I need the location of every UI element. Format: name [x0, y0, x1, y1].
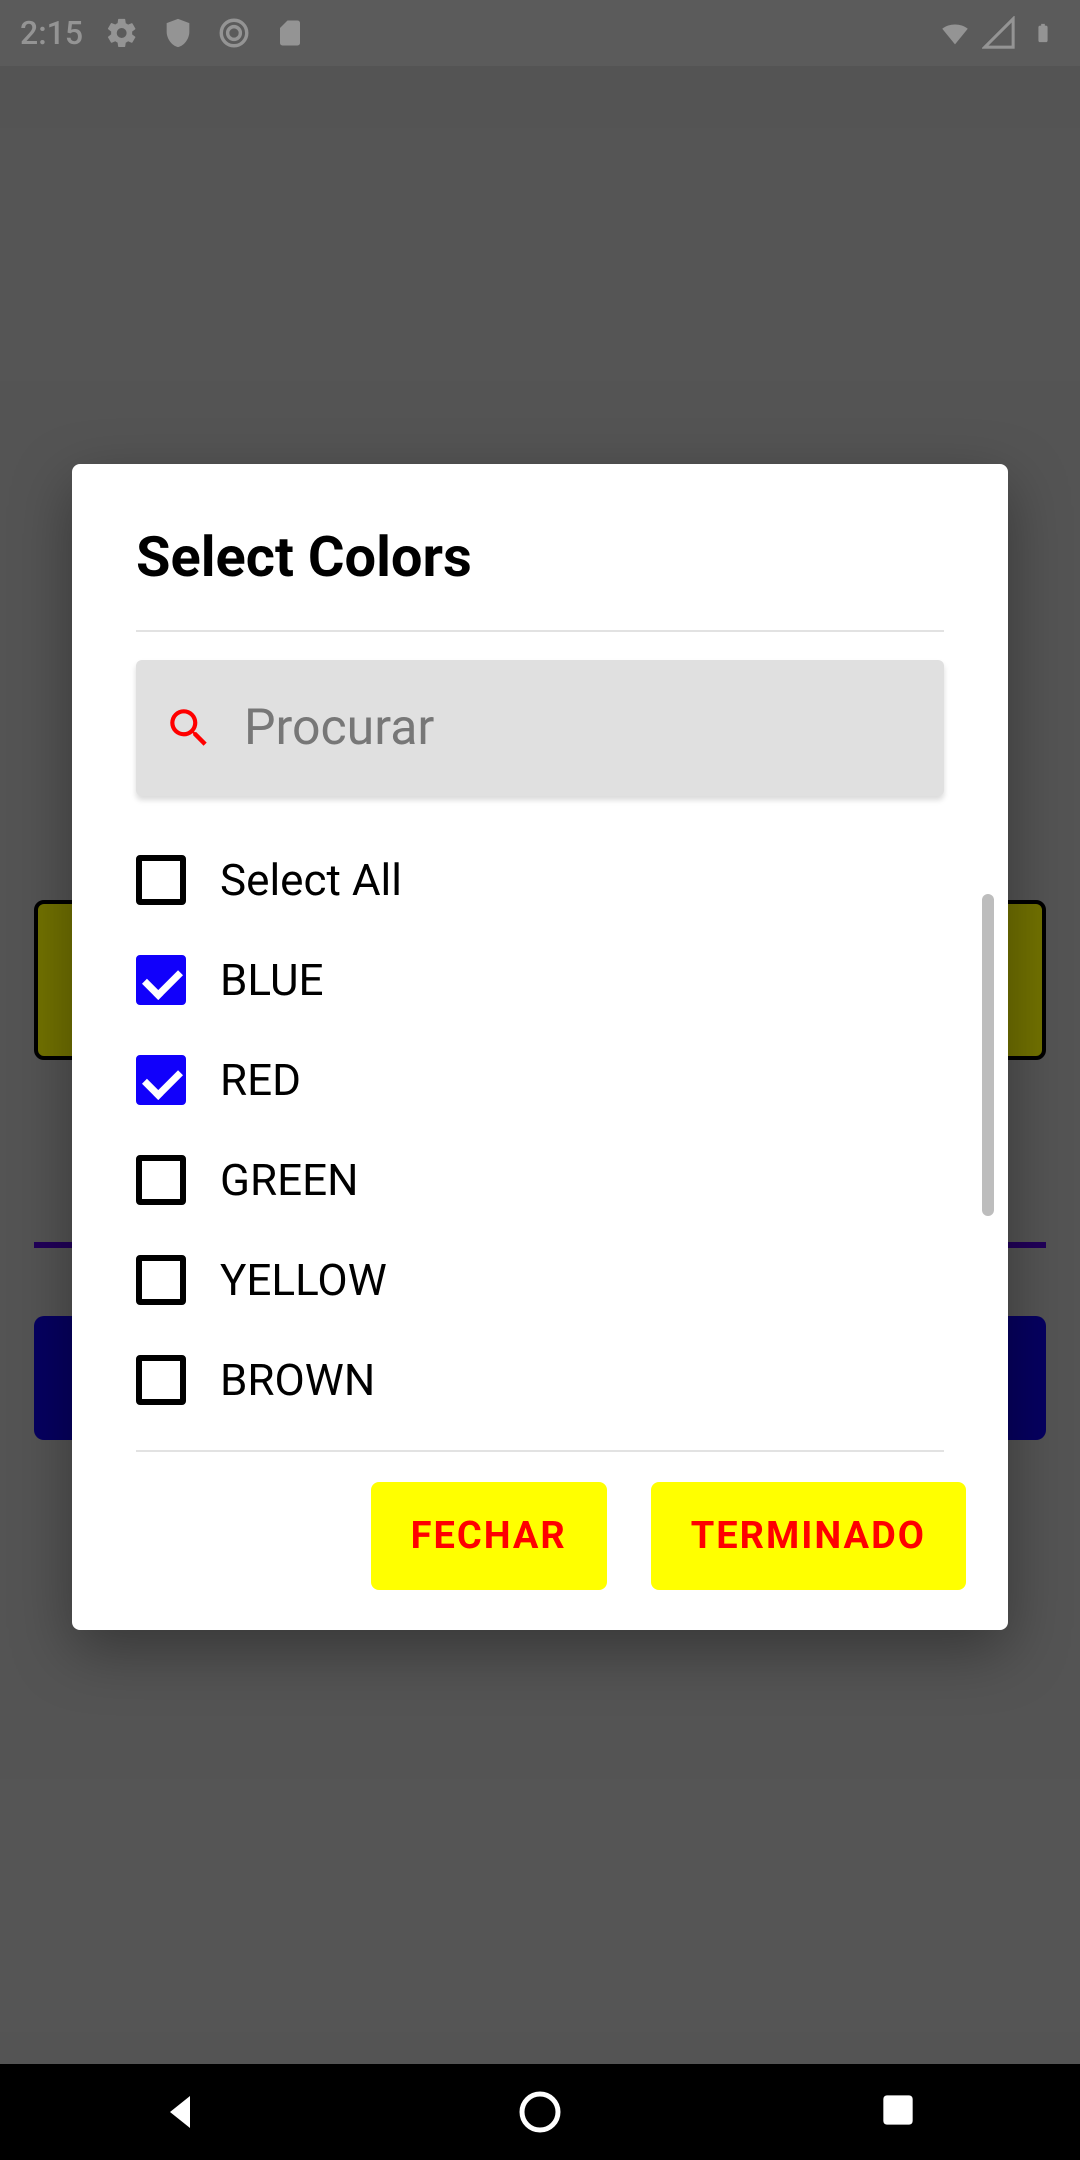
close-button[interactable]: FECHAR — [371, 1482, 607, 1590]
options-list-wrap: Select All BLUE RED GREEN YELLOW BROWN — [72, 820, 1008, 1450]
checkbox-green[interactable] — [136, 1155, 186, 1205]
list-item[interactable]: YELLOW — [72, 1230, 1008, 1330]
search-box[interactable] — [136, 660, 944, 796]
select-all-row[interactable]: Select All — [72, 830, 1008, 930]
dialog-actions: FECHAR TERMINADO — [72, 1452, 1008, 1600]
done-button[interactable]: TERMINADO — [651, 1482, 966, 1590]
list-item-label: YELLOW — [220, 1254, 387, 1306]
checkbox-blue[interactable] — [136, 955, 186, 1005]
list-item[interactable]: BROWN — [72, 1330, 1008, 1430]
divider — [136, 630, 944, 632]
checkbox-yellow[interactable] — [136, 1255, 186, 1305]
checkbox-brown[interactable] — [136, 1355, 186, 1405]
search-input[interactable] — [244, 699, 916, 757]
select-colors-dialog: Select Colors Select All BLUE RED GREE — [72, 464, 1008, 1630]
list-item-label: BLUE — [220, 954, 324, 1006]
list-item[interactable]: BLUE — [72, 930, 1008, 1030]
select-all-label: Select All — [220, 854, 402, 906]
list-item-label: RED — [220, 1054, 301, 1106]
checkbox-select-all[interactable] — [136, 855, 186, 905]
search-icon — [164, 703, 214, 753]
checkbox-red[interactable] — [136, 1055, 186, 1105]
home-icon[interactable] — [516, 2088, 564, 2136]
back-icon[interactable] — [156, 2088, 204, 2136]
list-item[interactable]: RED — [72, 1030, 1008, 1130]
list-item-label: BROWN — [220, 1354, 375, 1406]
list-item-label: GREEN — [220, 1154, 359, 1206]
list-scrollbar[interactable] — [982, 894, 994, 1216]
navigation-bar — [0, 2064, 1080, 2160]
list-item[interactable]: GREEN — [72, 1130, 1008, 1230]
options-list: Select All BLUE RED GREEN YELLOW BROWN — [72, 820, 1008, 1450]
dialog-title: Select Colors — [72, 464, 1008, 630]
recent-apps-icon[interactable] — [876, 2088, 924, 2136]
